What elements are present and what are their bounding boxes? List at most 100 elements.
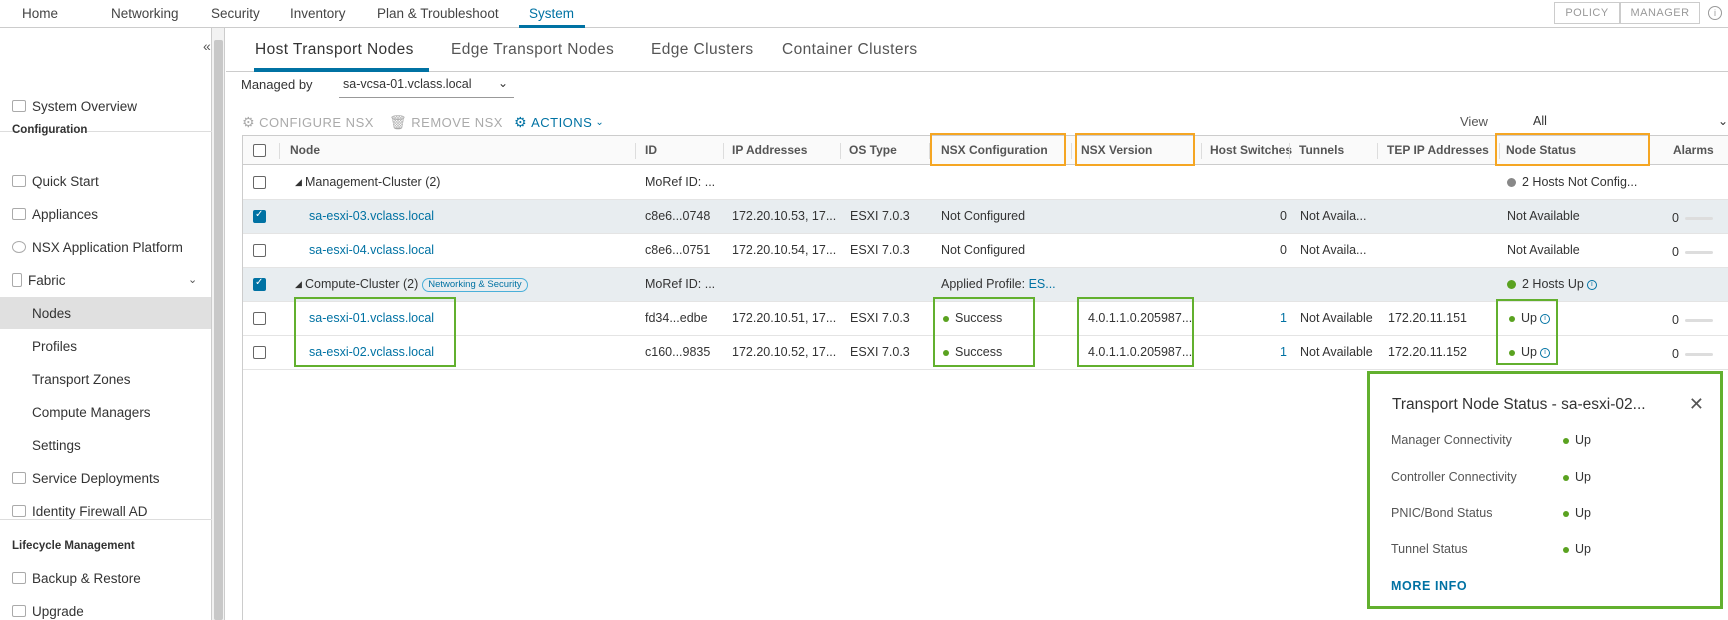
more-info-link[interactable]: MORE INFO <box>1391 579 1467 593</box>
sidebar-item-nsx-app-platform[interactable]: NSX Application Platform <box>0 231 212 263</box>
sidebar-item-fabric[interactable]: Fabric <box>0 264 212 296</box>
host-switches[interactable]: 1 <box>1267 345 1287 359</box>
tunnel-status-value: Up <box>1563 542 1591 556</box>
row-checkbox[interactable] <box>253 244 266 257</box>
fabric-icon <box>12 273 22 287</box>
sidebar-item-label: System Overview <box>32 98 138 114</box>
node-name: Compute-Cluster (2) Networking & Security <box>305 277 528 292</box>
col-tep-ip-addresses[interactable]: TEP IP Addresses <box>1387 143 1489 157</box>
sidebar-item-label: NSX Application Platform <box>32 239 183 255</box>
applied-profile-link[interactable]: ES... <box>1029 277 1056 291</box>
sidebar-item-label: Fabric <box>28 272 66 288</box>
nav-inventory[interactable]: Inventory <box>290 6 346 21</box>
managed-by-select[interactable]: sa-vcsa-01.vclass.local ⌄ <box>339 74 514 98</box>
nav-system[interactable]: System <box>529 6 574 21</box>
os-type: ESXI 7.0.3 <box>850 209 910 223</box>
cube-icon <box>12 208 26 220</box>
sidebar-item-backup-restore[interactable]: Backup & Restore <box>0 562 212 594</box>
controller-connectivity-value: Up <box>1563 470 1591 484</box>
view-select[interactable]: All <box>1533 114 1547 128</box>
chevron-down-icon[interactable]: ⌄ <box>1718 114 1728 128</box>
chevron-down-icon[interactable]: ⌄ <box>188 273 197 286</box>
nav-plan-troubleshoot[interactable]: Plan & Troubleshoot <box>377 6 499 21</box>
sidebar-item-identity-firewall[interactable]: Identity Firewall AD <box>0 495 212 527</box>
folder-icon <box>12 505 26 517</box>
ip-addresses: 172.20.10.53, 17... <box>732 209 837 223</box>
row-checkbox[interactable] <box>253 277 266 291</box>
table-row[interactable]: sa-esxi-03.vclass.local c8e6...0748 172.… <box>243 200 1728 234</box>
status-dot-icon <box>1507 280 1516 290</box>
tab-container-clusters[interactable]: Container Clusters <box>782 41 918 59</box>
sidebar-item-system-overview[interactable]: System Overview <box>0 90 212 122</box>
select-all-checkbox[interactable] <box>253 144 266 157</box>
row-checkbox[interactable] <box>253 176 266 189</box>
collapse-sidebar-icon[interactable]: « <box>203 38 211 54</box>
tab-edge-clusters[interactable]: Edge Clusters <box>651 41 754 59</box>
sidebar-item-profiles[interactable]: Profiles <box>0 330 212 362</box>
info-icon[interactable]: i <box>1708 6 1722 20</box>
sidebar-item-settings[interactable]: Settings <box>0 429 212 461</box>
caret-down-icon[interactable]: ◢ <box>295 279 302 290</box>
node-link[interactable]: sa-esxi-04.vclass.local <box>309 243 434 257</box>
col-node[interactable]: Node <box>290 143 320 157</box>
sidebar-item-upgrade[interactable]: Upgrade <box>0 595 212 620</box>
table-row[interactable]: sa-esxi-04.vclass.local c8e6...0751 172.… <box>243 234 1728 268</box>
info-icon[interactable]: i <box>1586 279 1597 290</box>
popover-title: Transport Node Status - sa-esxi-02... <box>1392 396 1646 413</box>
col-alarms[interactable]: Alarms <box>1673 143 1714 157</box>
col-tunnels[interactable]: Tunnels <box>1299 143 1344 157</box>
configure-nsx-button[interactable]: ⚙ CONFIGURE NSX <box>242 114 374 131</box>
sidebar-item-quick-start[interactable]: Quick Start <box>0 165 212 197</box>
sidebar-item-nodes[interactable]: Nodes <box>0 297 211 329</box>
sidebar-item-compute-managers[interactable]: Compute Managers <box>0 396 212 428</box>
tab-host-transport-nodes[interactable]: Host Transport Nodes <box>255 41 414 59</box>
col-ip-addresses[interactable]: IP Addresses <box>732 143 807 157</box>
sidebar-item-appliances[interactable]: Appliances <box>0 198 212 230</box>
sidebar-item-label: Profiles <box>32 338 78 354</box>
configure-nsx-label: CONFIGURE NSX <box>259 115 374 130</box>
column-separator <box>279 143 280 159</box>
nav-home[interactable]: Home <box>22 6 58 21</box>
row-checkbox[interactable] <box>253 312 266 325</box>
sidebar-item-label: Appliances <box>32 206 99 222</box>
close-icon[interactable]: ✕ <box>1689 394 1704 415</box>
host-switches: 0 <box>1280 243 1287 257</box>
col-os-type[interactable]: OS Type <box>849 143 897 157</box>
sidebar-item-label: Quick Start <box>32 173 99 189</box>
table-row[interactable]: ◢ Management-Cluster (2) MoRef ID: ... 2… <box>243 166 1728 200</box>
ip-addresses: 172.20.10.52, 17... <box>732 345 837 359</box>
policy-mode-button[interactable]: POLICY <box>1554 2 1620 24</box>
manager-mode-button[interactable]: MANAGER <box>1620 2 1700 24</box>
remove-nsx-button[interactable]: 🗑 REMOVE NSX <box>389 114 503 131</box>
highlight-config-success <box>933 297 1035 367</box>
manager-connectivity-label: Manager Connectivity <box>1391 433 1512 447</box>
sidebar-item-service-deployments[interactable]: Service Deployments <box>0 462 212 494</box>
node-link[interactable]: sa-esxi-03.vclass.local <box>309 209 434 223</box>
nav-security[interactable]: Security <box>211 6 260 21</box>
row-checkbox[interactable] <box>253 346 266 359</box>
tunnels: Not Availa... <box>1300 209 1367 223</box>
col-host-switches[interactable]: Host Switches <box>1210 143 1292 157</box>
nsx-configuration: Not Configured <box>941 209 1026 223</box>
tab-bar: Host Transport Nodes Edge Transport Node… <box>226 28 1728 72</box>
scrollbar-thumb[interactable] <box>214 40 223 620</box>
col-id[interactable]: ID <box>645 143 657 157</box>
sidebar-scrollbar[interactable] <box>212 28 225 620</box>
nav-networking[interactable]: Networking <box>111 6 179 21</box>
controller-connectivity-label: Controller Connectivity <box>1391 470 1517 484</box>
sidebar-item-transport-zones[interactable]: Transport Zones <box>0 363 212 395</box>
host-switches[interactable]: 1 <box>1267 311 1287 325</box>
os-type: ESXI 7.0.3 <box>850 243 910 257</box>
row-checkbox[interactable] <box>253 209 266 223</box>
quick-start-icon <box>12 175 26 187</box>
actions-button[interactable]: ⚙ ACTIONS ⌄ <box>514 114 604 131</box>
tab-edge-transport-nodes[interactable]: Edge Transport Nodes <box>451 41 614 59</box>
caret-down-icon[interactable]: ◢ <box>295 177 302 188</box>
chevron-down-icon: ⌄ <box>595 117 605 128</box>
host-switches: 0 <box>1280 209 1287 223</box>
column-separator <box>1201 143 1202 159</box>
node-name: Management-Cluster (2) <box>305 175 441 189</box>
moref-id: MoRef ID: ... <box>645 175 716 189</box>
column-separator <box>723 143 724 159</box>
alarm-bar <box>1685 319 1713 322</box>
